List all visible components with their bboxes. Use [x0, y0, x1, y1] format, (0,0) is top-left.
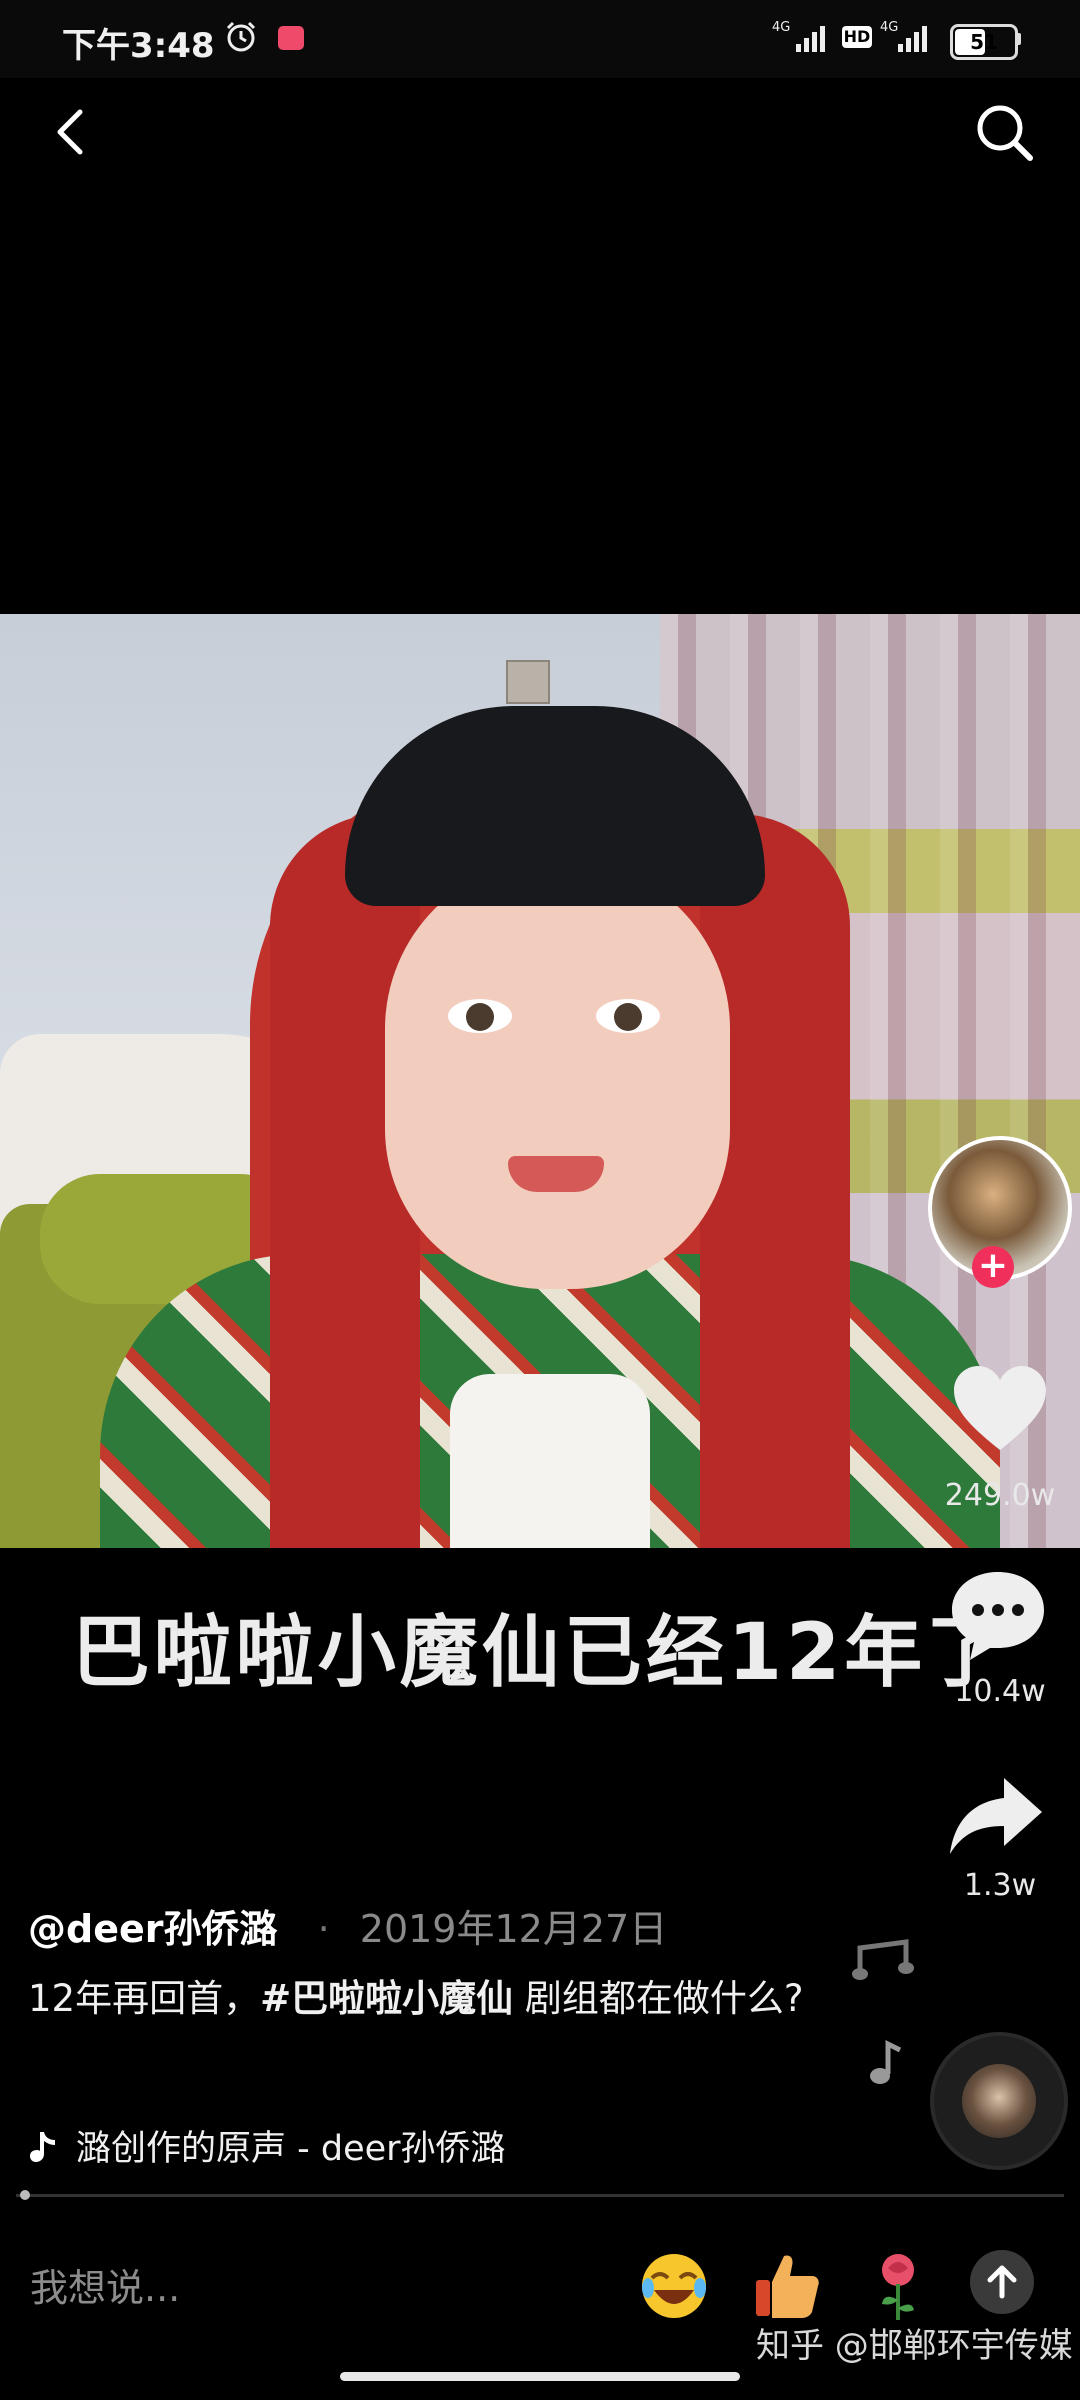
- tiktok-note-icon: [30, 2132, 55, 2162]
- comment-count: 10.4w: [954, 1674, 1046, 1709]
- video-progress-track[interactable]: [16, 2194, 1064, 2197]
- follow-button[interactable]: +: [972, 1246, 1014, 1288]
- separator-dot: ·: [317, 1907, 330, 1951]
- music-note-icon: [852, 1939, 914, 1980]
- alarm-clock-icon: [226, 21, 256, 52]
- search-button[interactable]: [970, 98, 1040, 168]
- battery-tip: [1016, 33, 1021, 45]
- video-mouth: [508, 1156, 604, 1192]
- send-button[interactable]: [970, 2250, 1034, 2314]
- share-arrow-icon[interactable]: [946, 1774, 1046, 1858]
- app-notification-icon: [278, 26, 304, 50]
- video-player[interactable]: [0, 614, 1080, 1548]
- video-progress-knob[interactable]: [20, 2190, 30, 2200]
- record-cover: [962, 2064, 1036, 2138]
- status-bar: 下午3:48 4G HD 4G 51: [0, 0, 1080, 78]
- signal-icon: 4G: [772, 20, 825, 52]
- hd-badge: HD: [842, 26, 872, 48]
- like-heart-icon[interactable]: [950, 1364, 1050, 1454]
- video-eye-right: [596, 999, 660, 1033]
- video-tshirt: [450, 1374, 650, 1548]
- comment-bubble-icon[interactable]: [948, 1568, 1048, 1664]
- wall-socket: [506, 660, 550, 704]
- author-name[interactable]: @deer孙侨潞: [28, 1907, 278, 1951]
- post-description: 12年再回首，#巴啦啦小魔仙 剧组都在做什么?: [28, 1968, 818, 2030]
- description-text: 12年再回首，: [28, 1977, 261, 2020]
- video-face: [385, 859, 730, 1289]
- rose-emoji-icon[interactable]: [860, 2248, 936, 2324]
- back-button[interactable]: [40, 100, 104, 164]
- description-text-2: 剧组都在做什么?: [513, 1977, 804, 2020]
- music-record-disc[interactable]: [930, 2032, 1068, 2170]
- thumbs-up-emoji-icon[interactable]: [748, 2248, 824, 2324]
- music-title: 潞创作的原声 - deer孙侨潞: [76, 2129, 506, 2169]
- battery-percent: 51: [970, 30, 998, 54]
- video-hair-right: [700, 814, 850, 1548]
- svg-text:4G: 4G: [880, 20, 898, 35]
- battery-icon: 51: [950, 24, 1018, 60]
- video-caption: 巴啦啦小魔仙已经12年了: [71, 1608, 1009, 1698]
- music-row[interactable]: 潞创作的原声 - deer孙侨潞: [28, 2120, 506, 2171]
- svg-text:4G: 4G: [772, 20, 790, 35]
- status-time: 下午3:48: [62, 26, 215, 66]
- video-eye-left: [448, 999, 512, 1033]
- share-count: 1.3w: [963, 1868, 1037, 1903]
- home-indicator[interactable]: [340, 2372, 740, 2381]
- hashtag-link[interactable]: #巴啦啦小魔仙: [260, 1977, 513, 2020]
- like-count: 249.0w: [944, 1478, 1056, 1513]
- laughing-emoji-icon[interactable]: [636, 2248, 712, 2324]
- music-note-small-icon: [870, 2039, 902, 2084]
- watermark: 知乎 @邯郸环宇传媒: [756, 2326, 1073, 2366]
- arrow-up-icon: [987, 2265, 1017, 2299]
- post-date: 2019年12月27日: [359, 1907, 668, 1951]
- signal-icon-2: 4G: [880, 20, 927, 52]
- comment-input[interactable]: [28, 2252, 592, 2324]
- author-row: @deer孙侨潞 · 2019年12月27日: [28, 1898, 667, 1953]
